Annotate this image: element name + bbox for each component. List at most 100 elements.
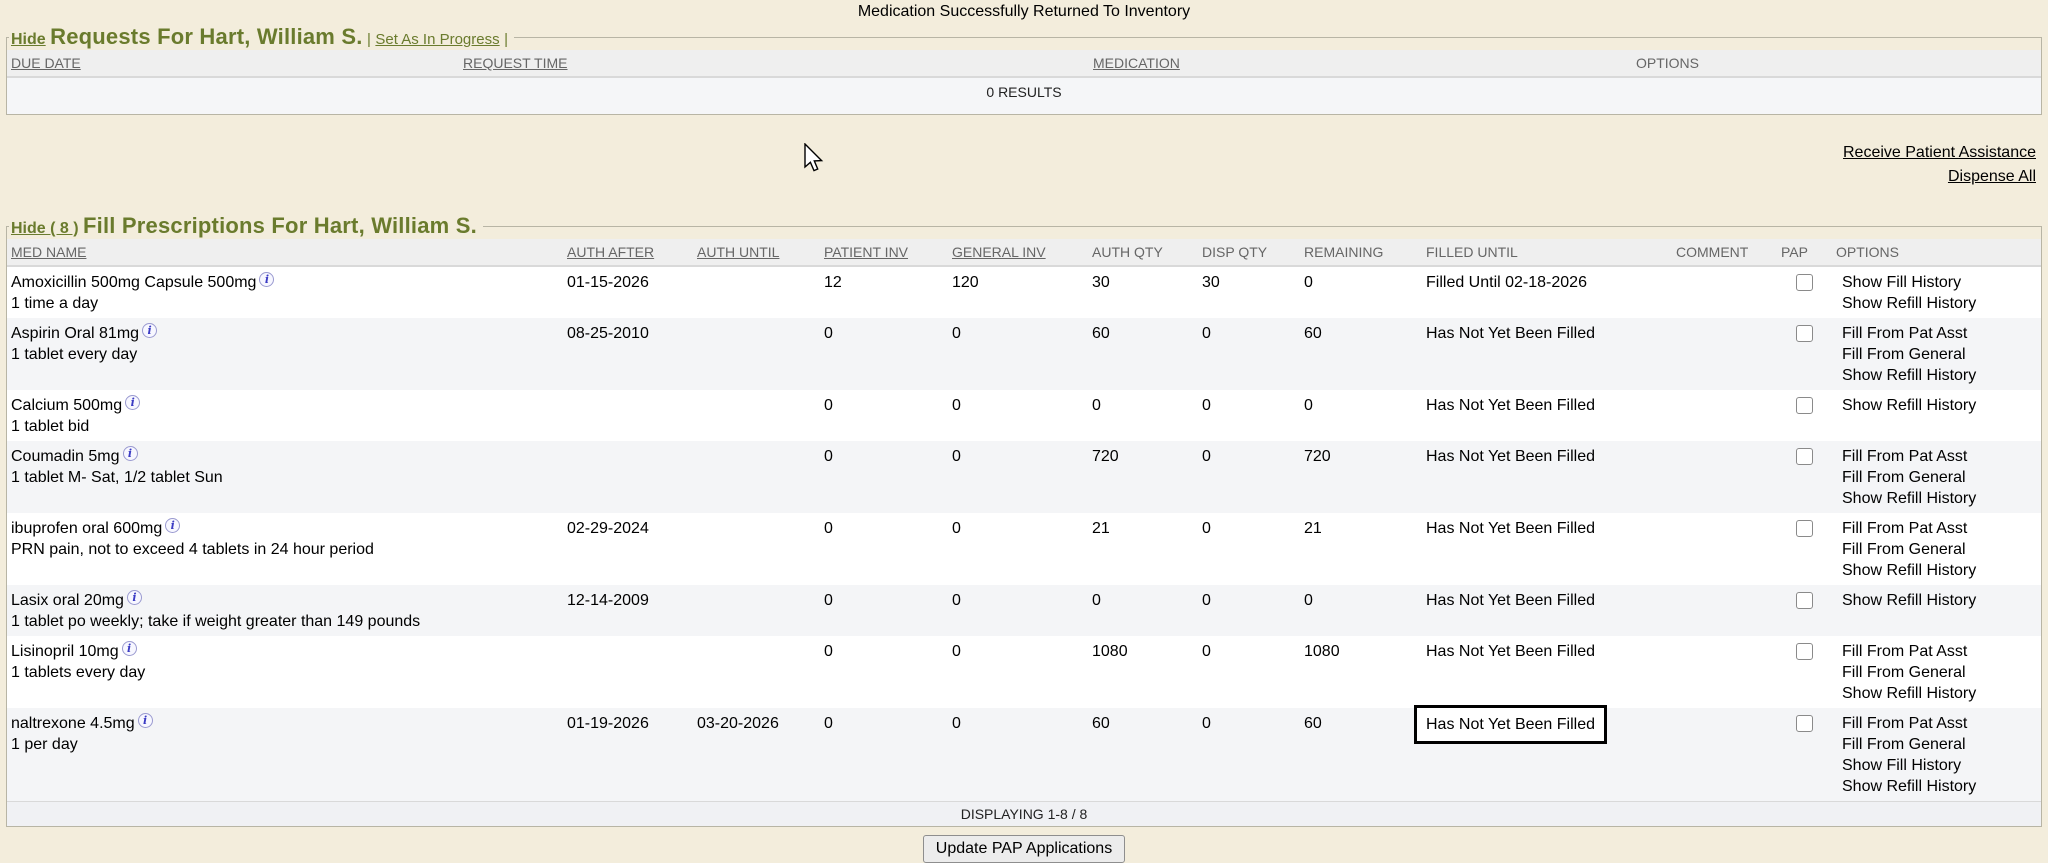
option-link-fill-from-pat-asst[interactable]: Fill From Pat Asst: [1842, 713, 1967, 734]
set-as-in-progress-link[interactable]: Set As In Progress: [375, 31, 499, 48]
patient-inv-value: 0: [820, 636, 948, 708]
rx-col-general-inv[interactable]: GENERAL INV: [952, 244, 1046, 260]
auth-after-value: 08-25-2010: [563, 318, 693, 390]
option-link-show-refill-history[interactable]: Show Refill History: [1842, 776, 1976, 797]
rx-col-options: OPTIONS: [1836, 244, 1899, 260]
auth-after-value: [563, 441, 693, 513]
auth-qty-value: 30: [1088, 266, 1198, 318]
info-icon[interactable]: i: [127, 590, 142, 605]
pap-cell: [1777, 266, 1832, 318]
option-link-fill-from-pat-asst[interactable]: Fill From Pat Asst: [1842, 518, 1967, 539]
option-link-fill-from-general[interactable]: Fill From General: [1842, 344, 1966, 365]
requests-hide-link[interactable]: Hide: [11, 31, 46, 48]
rx-col-med-name[interactable]: MED NAME: [11, 244, 86, 260]
option-link-fill-from-general[interactable]: Fill From General: [1842, 662, 1966, 683]
auth-qty-value: 0: [1088, 585, 1198, 636]
option-link-show-refill-history[interactable]: Show Refill History: [1842, 590, 1976, 611]
filled-until-cell: Has Not Yet Been Filled: [1422, 513, 1672, 585]
requests-results-count: 0 RESULTS: [7, 77, 2041, 114]
auth-qty-value: 0: [1088, 390, 1198, 441]
med-name: Lasix oral 20mg: [11, 592, 124, 609]
option-link-fill-from-pat-asst[interactable]: Fill From Pat Asst: [1842, 323, 1967, 344]
rx-header-cell: REMAINING: [1300, 239, 1422, 266]
requests-col-due-date[interactable]: DUE DATE: [11, 55, 81, 71]
pap-checkbox[interactable]: [1796, 325, 1813, 342]
rx-col-patient-inv[interactable]: PATIENT INV: [824, 244, 908, 260]
option-link-show-refill-history[interactable]: Show Refill History: [1842, 365, 1976, 386]
auth-until-value: 03-20-2026: [693, 708, 820, 802]
prescriptions-header-row: MED NAME AUTH AFTER AUTH UNTIL PATIENT INV G…: [7, 239, 2041, 266]
option-link-show-refill-history[interactable]: Show Refill History: [1842, 488, 1976, 509]
auth-after-value: 12-14-2009: [563, 585, 693, 636]
status-banner: Medication Successfully Returned To Inve…: [0, 0, 2048, 24]
pap-checkbox[interactable]: [1796, 592, 1813, 609]
option-link-show-refill-history[interactable]: Show Refill History: [1842, 293, 1976, 314]
pap-cell: [1777, 441, 1832, 513]
general-inv-value: 120: [948, 266, 1088, 318]
prescriptions-table: MED NAME AUTH AFTER AUTH UNTIL PATIENT INV G…: [7, 239, 2041, 826]
update-pap-button[interactable]: Update PAP Applications: [923, 835, 1125, 863]
option-link-fill-from-general[interactable]: Fill From General: [1842, 539, 1966, 560]
requests-col-medication[interactable]: MEDICATION: [1093, 55, 1180, 71]
patient-inv-value: 0: [820, 513, 948, 585]
options-cell: Fill From Pat AsstFill From GeneralShow …: [1832, 513, 2041, 585]
prescription-row: Aspirin Oral 81mgi 1 tablet every day 08…: [7, 318, 2041, 390]
general-inv-value: 0: [948, 708, 1088, 802]
info-icon[interactable]: i: [165, 518, 180, 533]
med-name: Calcium 500mg: [11, 397, 122, 414]
option-link-fill-from-general[interactable]: Fill From General: [1842, 734, 1966, 755]
info-icon[interactable]: i: [259, 272, 274, 287]
disp-qty-value: 30: [1198, 266, 1300, 318]
option-link-show-fill-history[interactable]: Show Fill History: [1842, 272, 1961, 293]
info-icon[interactable]: i: [122, 641, 137, 656]
prescription-row: naltrexone 4.5mgi 1 per day 01-19-2026 0…: [7, 708, 2041, 802]
rx-col-auth-after[interactable]: AUTH AFTER: [567, 244, 654, 260]
option-link-show-refill-history[interactable]: Show Refill History: [1842, 683, 1976, 704]
rx-header-cell: PATIENT INV: [820, 239, 948, 266]
legend-separator-left: |: [367, 31, 371, 48]
requests-col-options: OPTIONS: [1636, 55, 1699, 71]
prescription-row: Lasix oral 20mgi 1 tablet po weekly; tak…: [7, 585, 2041, 636]
info-icon[interactable]: i: [142, 323, 157, 338]
option-link-show-refill-history[interactable]: Show Refill History: [1842, 395, 1976, 416]
remaining-value: 21: [1300, 513, 1422, 585]
dispense-all-link[interactable]: Dispense All: [0, 165, 2036, 189]
rx-header-cell: PAP: [1777, 239, 1832, 266]
requests-header-cell: REQUEST TIME: [459, 50, 1089, 77]
filled-until-cell: Has Not Yet Been Filled: [1422, 390, 1672, 441]
auth-until-value: [693, 513, 820, 585]
pap-checkbox[interactable]: [1796, 274, 1813, 291]
pap-checkbox[interactable]: [1796, 643, 1813, 660]
option-line: Show Fill History: [1842, 755, 2037, 776]
pap-checkbox[interactable]: [1796, 715, 1813, 732]
general-inv-value: 0: [948, 513, 1088, 585]
option-link-fill-from-pat-asst[interactable]: Fill From Pat Asst: [1842, 446, 1967, 467]
comment-value: [1672, 513, 1777, 585]
disp-qty-value: 0: [1198, 513, 1300, 585]
option-link-fill-from-general[interactable]: Fill From General: [1842, 467, 1966, 488]
disp-qty-value: 0: [1198, 390, 1300, 441]
prescription-row: Calcium 500mgi 1 tablet bid 0 0 0 0 0 Ha…: [7, 390, 2041, 441]
rx-col-auth-until[interactable]: AUTH UNTIL: [697, 244, 779, 260]
pap-checkbox[interactable]: [1796, 448, 1813, 465]
option-link-fill-from-pat-asst[interactable]: Fill From Pat Asst: [1842, 641, 1967, 662]
prescriptions-legend: Hide ( 8 ) Fill Prescriptions For Hart, …: [9, 213, 483, 239]
option-link-show-fill-history[interactable]: Show Fill History: [1842, 755, 1961, 776]
filled-until-value: Filled Until 02-18-2026: [1426, 272, 1587, 293]
option-line: Fill From Pat Asst: [1842, 518, 2037, 539]
rx-header-cell: COMMENT: [1672, 239, 1777, 266]
requests-col-request-time[interactable]: REQUEST TIME: [463, 55, 568, 71]
rx-header-cell: AUTH UNTIL: [693, 239, 820, 266]
receive-patient-assistance-link[interactable]: Receive Patient Assistance: [0, 141, 2036, 165]
filled-until-cell: Has Not Yet Been Filled: [1422, 318, 1672, 390]
option-link-show-refill-history[interactable]: Show Refill History: [1842, 560, 1976, 581]
comment-value: [1672, 441, 1777, 513]
info-icon[interactable]: i: [125, 395, 140, 410]
patient-inv-value: 0: [820, 441, 948, 513]
options-cell: Show Fill HistoryShow Refill History: [1832, 266, 2041, 318]
pap-checkbox[interactable]: [1796, 397, 1813, 414]
info-icon[interactable]: i: [138, 713, 153, 728]
info-icon[interactable]: i: [123, 446, 138, 461]
pap-checkbox[interactable]: [1796, 520, 1813, 537]
prescriptions-hide-link[interactable]: Hide ( 8 ): [11, 220, 79, 237]
